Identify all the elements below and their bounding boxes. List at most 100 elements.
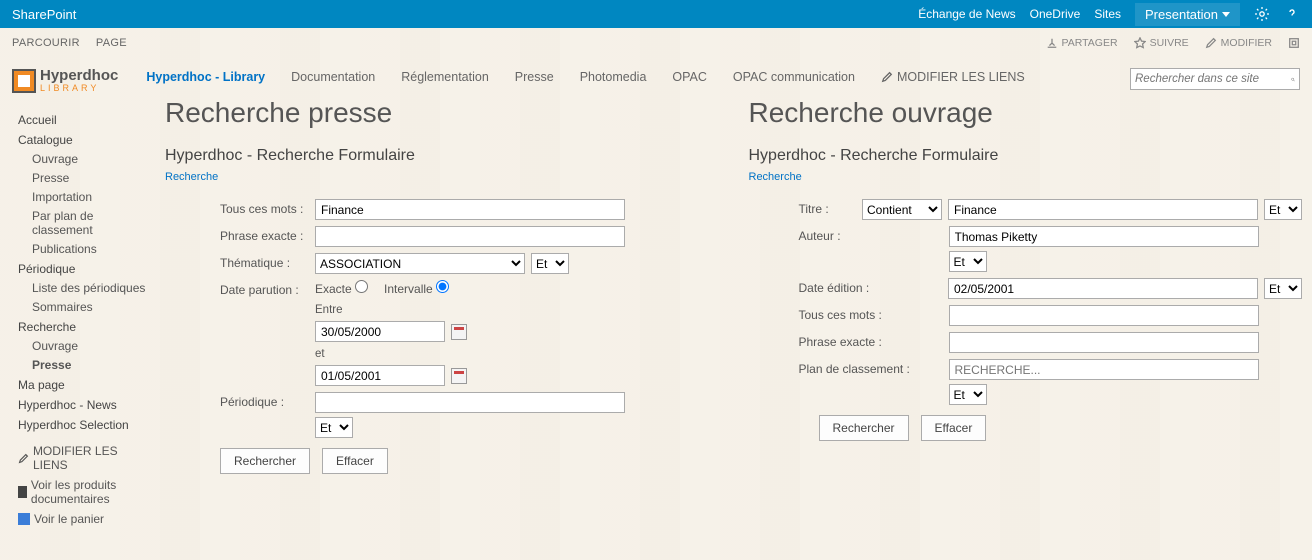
gear-icon[interactable] (1254, 6, 1270, 22)
ouvrage-input-auteur[interactable] (949, 226, 1259, 247)
doc-icon (18, 486, 27, 498)
ouvrage-label-plan: Plan de classement : (749, 359, 949, 376)
press-breadcrumb[interactable]: Recherche (165, 171, 218, 183)
calendar-icon[interactable] (451, 324, 467, 340)
action-modifier-label: MODIFIER (1221, 37, 1272, 49)
ouvrage-input-edition[interactable] (948, 278, 1258, 299)
nav-accueil[interactable]: Accueil (18, 113, 155, 127)
ouvrage-input-plan[interactable] (949, 359, 1259, 380)
topnav-documentation[interactable]: Documentation (291, 70, 375, 84)
press-radio-exacte[interactable] (355, 280, 368, 293)
ouvrage-search-button[interactable]: Rechercher (819, 415, 909, 441)
press-clear-button[interactable]: Effacer (322, 448, 388, 474)
press-input-phrase[interactable] (315, 226, 625, 247)
site-search[interactable] (1130, 68, 1300, 90)
ouvrage-select-auteur-op[interactable]: Et (949, 251, 987, 272)
pencil-icon (1205, 37, 1217, 49)
ouvrage-input-tous[interactable] (949, 305, 1259, 326)
ouvrage-input-titre[interactable] (948, 199, 1258, 220)
nav-catalogue-presse[interactable]: Presse (32, 171, 155, 185)
press-select-periodique-op[interactable]: Et (315, 417, 353, 438)
ribbon-tab-browse[interactable]: PARCOURIR (12, 37, 80, 49)
ouvrage-select-titre-op[interactable]: Contient (862, 199, 942, 220)
pencil-icon (881, 71, 893, 83)
suite-link-echange[interactable]: Échange de News (918, 7, 1015, 21)
press-radio-exacte-label: Exacte (315, 282, 352, 296)
nav-catalogue[interactable]: Catalogue (18, 133, 155, 147)
ouvrage-clear-button[interactable]: Effacer (921, 415, 987, 441)
nav-catalogue-importation[interactable]: Importation (32, 190, 155, 204)
topnav-opac[interactable]: OPAC (672, 70, 707, 84)
nav-catalogue-plan[interactable]: Par plan de classement (32, 209, 155, 237)
press-date-and: et (315, 348, 325, 360)
nav-produits-label: Voir les produits documentaires (31, 478, 155, 506)
presentation-label: Presentation (1145, 7, 1218, 22)
ouvrage-input-phrase[interactable] (949, 332, 1259, 353)
press-date-to[interactable] (315, 365, 445, 386)
ouvrage-subtitle: Hyperdhoc - Recherche Formulaire (749, 147, 1303, 165)
press-label-thematique: Thématique : (165, 253, 315, 270)
help-icon[interactable] (1284, 6, 1300, 22)
press-radio-intervalle[interactable] (436, 280, 449, 293)
press-select-thematique-op[interactable]: Et (531, 253, 569, 274)
press-radio-exacte-wrap[interactable]: Exacte (315, 280, 368, 296)
nav-periodique-sommaires[interactable]: Sommaires (32, 300, 155, 314)
nav-recherche-ouvrage[interactable]: Ouvrage (32, 339, 155, 353)
press-search-button[interactable]: Rechercher (220, 448, 310, 474)
action-focus[interactable] (1288, 37, 1300, 49)
ouvrage-breadcrumb[interactable]: Recherche (749, 171, 802, 183)
calendar-icon[interactable] (451, 368, 467, 384)
ouvrage-label-phrase: Phrase exacte : (749, 332, 949, 349)
nav-mapage[interactable]: Ma page (18, 378, 155, 392)
suite-link-onedrive[interactable]: OneDrive (1030, 7, 1081, 21)
nav-panier[interactable]: Voir le panier (18, 512, 155, 526)
nav-recherche-presse[interactable]: Presse (32, 358, 155, 372)
focus-icon (1288, 37, 1300, 49)
press-date-from[interactable] (315, 321, 445, 342)
nav-edit-label: MODIFIER LES LIENS (33, 444, 155, 472)
nav-recherche[interactable]: Recherche (18, 320, 155, 334)
nav-produits[interactable]: Voir les produits documentaires (18, 478, 155, 506)
press-label-tous: Tous ces mots : (165, 199, 315, 216)
topnav-opac-comm[interactable]: OPAC communication (733, 70, 855, 84)
press-radio-intervalle-wrap[interactable]: Intervalle (384, 280, 449, 296)
topnav-photomedia[interactable]: Photomedia (580, 70, 647, 84)
press-input-tous[interactable] (315, 199, 625, 220)
press-radio-intervalle-label: Intervalle (384, 282, 433, 296)
suite-brand: SharePoint (12, 7, 76, 22)
nav-catalogue-ouvrage[interactable]: Ouvrage (32, 152, 155, 166)
chevron-down-icon (1222, 12, 1230, 17)
suite-link-sites[interactable]: Sites (1094, 7, 1121, 21)
topnav-edit-label: MODIFIER LES LIENS (897, 70, 1025, 84)
nav-periodique[interactable]: Périodique (18, 262, 155, 276)
press-label-date: Date parution : (165, 280, 315, 297)
presentation-menu[interactable]: Presentation (1135, 3, 1240, 26)
topnav-reglementation[interactable]: Réglementation (401, 70, 489, 84)
site-logo[interactable]: Hyperdhoc LIBRARY (12, 68, 118, 93)
ouvrage-select-titre-op2[interactable]: Et (1264, 199, 1302, 220)
topnav-presse[interactable]: Presse (515, 70, 554, 84)
action-modifier[interactable]: MODIFIER (1205, 37, 1272, 49)
ouvrage-select-plan-op[interactable]: Et (949, 384, 987, 405)
press-label-periodique: Périodique : (165, 392, 315, 409)
press-input-periodique[interactable] (315, 392, 625, 413)
nav-news[interactable]: Hyperdhoc - News (18, 398, 155, 412)
left-nav: Accueil Catalogue Ouvrage Presse Importa… (0, 93, 155, 540)
ouvrage-label-edition: Date édition : (749, 278, 949, 295)
nav-catalogue-publications[interactable]: Publications (32, 242, 155, 256)
topnav-edit-links[interactable]: MODIFIER LES LIENS (881, 70, 1025, 84)
press-label-phrase: Phrase exacte : (165, 226, 315, 243)
topnav-hyperdhoc-library[interactable]: Hyperdhoc - Library (146, 70, 265, 84)
press-date-between: Entre (315, 304, 343, 316)
ribbon-tab-page[interactable]: PAGE (96, 37, 127, 49)
press-select-thematique[interactable]: ASSOCIATION (315, 253, 525, 274)
nav-selection[interactable]: Hyperdhoc Selection (18, 418, 155, 432)
ouvrage-select-edition-op[interactable]: Et (1264, 278, 1302, 299)
search-input[interactable] (1135, 73, 1291, 85)
press-subtitle: Hyperdhoc - Recherche Formulaire (165, 147, 719, 165)
action-partager[interactable]: PARTAGER (1046, 37, 1118, 49)
nav-edit-links[interactable]: MODIFIER LES LIENS (18, 444, 155, 472)
nav-panier-label: Voir le panier (34, 512, 104, 526)
action-suivre[interactable]: SUIVRE (1134, 37, 1189, 49)
nav-periodique-liste[interactable]: Liste des périodiques (32, 281, 155, 295)
